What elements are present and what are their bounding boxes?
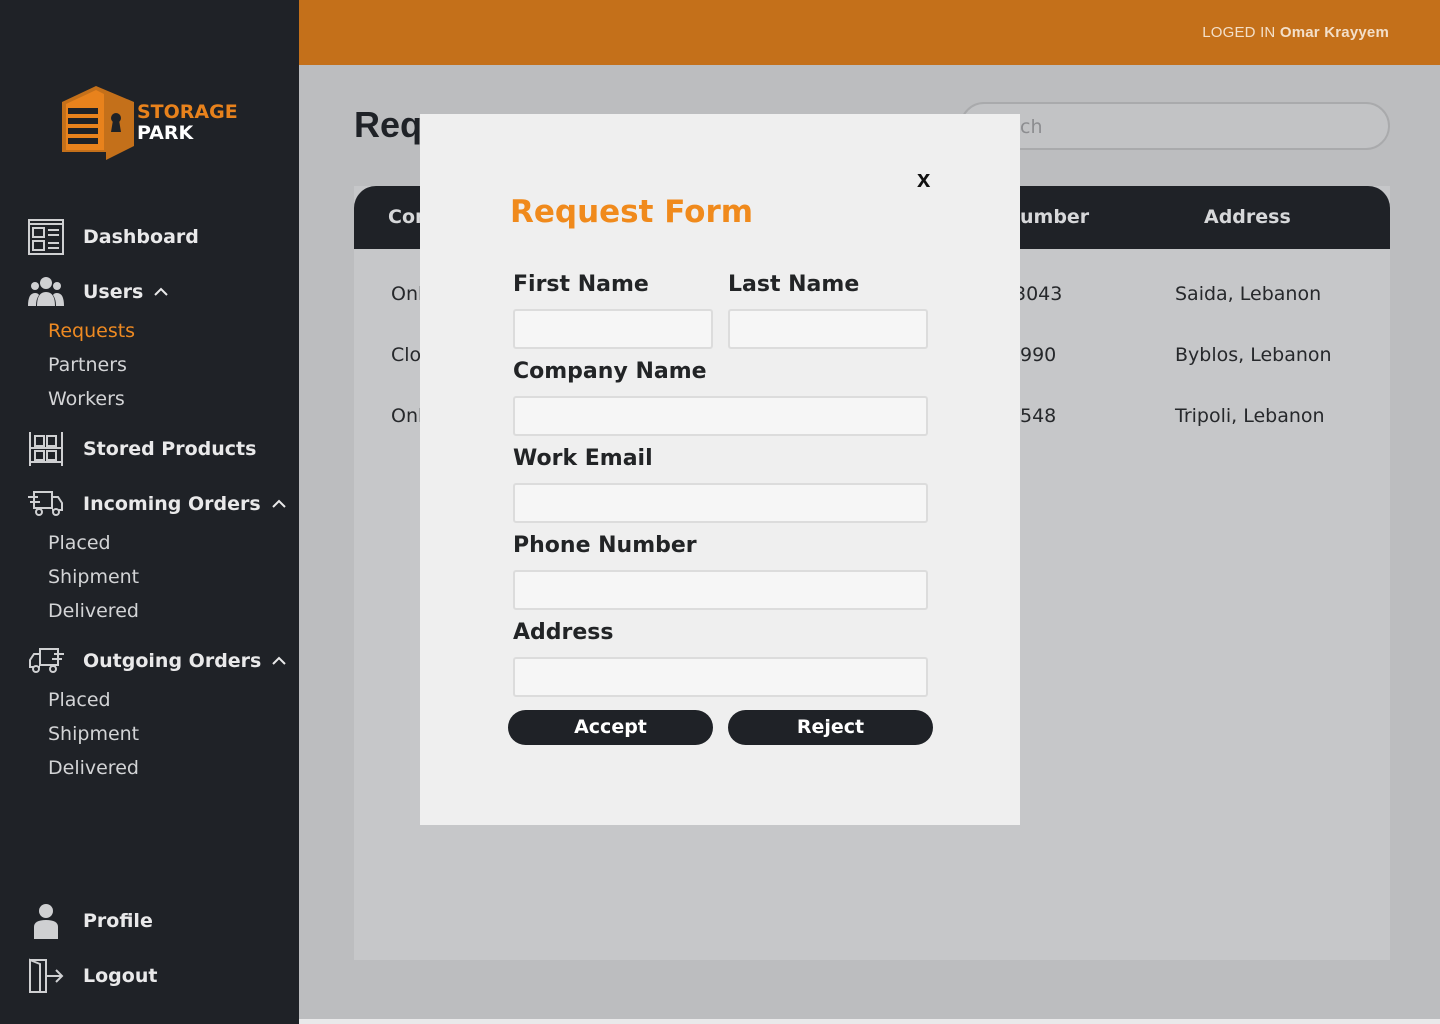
logo-line-2: PARK [137,122,194,144]
close-icon[interactable]: x [917,166,930,194]
company-name-label: Company Name [513,359,707,384]
storage-park-logo[interactable]: STORAGE PARK [60,84,250,164]
first-name-field[interactable] [513,309,713,349]
logged-in-user[interactable]: Omar Krayyem [1280,24,1389,41]
sidebar-item-label: Outgoing Orders [83,650,262,672]
request-form-modal: x Request Form First Name Last Name Comp… [420,114,1020,825]
delivery-truck-icon [27,485,65,523]
cell-company: Onl [391,405,424,427]
address-field[interactable] [513,657,928,697]
first-name-label: First Name [513,272,649,297]
person-icon [27,902,65,940]
address-label: Address [513,620,614,645]
chevron-up-icon[interactable] [153,284,169,300]
sidebar-subitem-incoming-delivered[interactable]: Delivered [48,600,139,622]
sidebar-subitem-workers[interactable]: Workers [48,388,125,410]
modal-title: Request Form [510,194,754,230]
sidebar-item-logout[interactable]: Logout [27,956,157,996]
sidebar-subitem-outgoing-placed[interactable]: Placed [48,689,111,711]
warehouse-lock-icon [62,86,134,160]
bottom-strip [299,1019,1440,1024]
shelves-icon [27,430,65,468]
logo-text: STORAGE PARK [137,102,238,144]
company-name-field[interactable] [513,396,928,436]
sidebar-subitem-partners[interactable]: Partners [48,354,127,376]
sidebar: STORAGE PARK Dashboard Users Requests Pa… [0,0,299,1024]
logo-line-1: STORAGE [137,101,238,123]
cell-number: 3043 [1014,283,1063,305]
search-text: ch [1020,116,1043,138]
cell-number: 990 [1020,344,1057,366]
sidebar-item-label: Users [83,281,144,303]
sidebar-item-label: Logout [83,965,158,987]
last-name-label: Last Name [728,272,860,297]
cell-address: Byblos, Lebanon [1175,344,1332,366]
logout-icon [27,957,65,995]
sidebar-item-profile[interactable]: Profile [27,901,153,941]
search-input[interactable]: ch [960,102,1390,150]
cell-address: Saida, Lebanon [1175,283,1322,305]
cell-number: 548 [1020,405,1057,427]
logged-in-indicator: LOGED IN Omar Krayyem [1202,24,1389,41]
truck-out-icon [27,642,65,680]
cell-company: Onl [391,283,424,305]
column-header-number[interactable]: umber [1020,206,1089,228]
sidebar-subitem-incoming-placed[interactable]: Placed [48,532,111,554]
cell-company: Clo [391,344,422,366]
dashboard-icon [27,218,65,256]
page-title: Req [354,104,423,145]
chevron-up-icon[interactable] [271,653,287,669]
sidebar-item-label: Dashboard [83,226,199,248]
sidebar-subitem-outgoing-shipment[interactable]: Shipment [48,723,139,745]
top-bar: LOGED IN Omar Krayyem [299,0,1440,65]
sidebar-subitem-outgoing-delivered[interactable]: Delivered [48,757,139,779]
sidebar-subitem-incoming-shipment[interactable]: Shipment [48,566,139,588]
logged-in-label: LOGED IN [1202,24,1276,41]
chevron-up-icon[interactable] [271,496,287,512]
column-header-address[interactable]: Address [1204,206,1291,228]
sidebar-item-outgoing-orders[interactable]: Outgoing Orders [27,641,287,681]
cell-address: Tripoli, Lebanon [1175,405,1325,427]
phone-number-label: Phone Number [513,533,697,558]
work-email-label: Work Email [513,446,653,471]
accept-button[interactable]: Accept [508,710,713,745]
users-icon [27,273,65,311]
reject-button[interactable]: Reject [728,710,933,745]
sidebar-item-stored-products[interactable]: Stored Products [27,429,256,469]
column-header-company[interactable]: Cor [388,206,424,228]
sidebar-item-label: Incoming Orders [83,493,261,515]
sidebar-subitem-requests[interactable]: Requests [48,320,135,342]
sidebar-item-users[interactable]: Users [27,272,169,312]
phone-number-field[interactable] [513,570,928,610]
sidebar-item-dashboard[interactable]: Dashboard [27,217,199,257]
sidebar-item-label: Stored Products [83,438,257,460]
sidebar-item-incoming-orders[interactable]: Incoming Orders [27,484,287,524]
work-email-field[interactable] [513,483,928,523]
sidebar-item-label: Profile [83,910,153,932]
last-name-field[interactable] [728,309,928,349]
